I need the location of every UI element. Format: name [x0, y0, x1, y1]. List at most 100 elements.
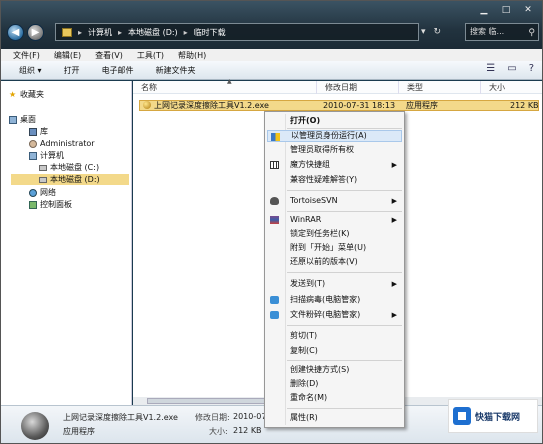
submenu-arrow-icon: ▶: [391, 280, 397, 288]
nav-control-panel[interactable]: 控制面板: [29, 199, 72, 210]
view-options-icon[interactable]: ☰: [486, 63, 495, 74]
menu-item-open[interactable]: 打开(O): [267, 115, 402, 127]
help-icon[interactable]: ?: [529, 63, 534, 74]
file-row[interactable]: 上网记录深度擦除工具V1.2.exe 2010-07-31 18:13 应用程序…: [139, 100, 539, 111]
refresh-icon[interactable]: ↻: [434, 27, 442, 37]
menu-item-restore-versions[interactable]: 还原以前的版本(V): [267, 256, 402, 268]
file-type: 应用程序: [406, 101, 438, 110]
menu-help[interactable]: 帮助(H): [178, 50, 206, 61]
nav-desktop[interactable]: 桌面: [9, 114, 36, 125]
preview-pane-icon[interactable]: ▭: [507, 63, 516, 74]
menu-separator: [287, 360, 402, 361]
menu-item-copy[interactable]: 复制(C): [267, 345, 402, 357]
menu-item-label: 锁定到任务栏(K): [290, 229, 350, 238]
folder-icon: [62, 27, 72, 37]
menu-file[interactable]: 文件(F): [13, 50, 40, 61]
menu-item-label: 还原以前的版本(V): [290, 257, 358, 266]
command-bar: 组织 ▾ 打开 电子邮件 新建文件夹 ☰ ▭ ?: [1, 61, 542, 80]
menu-item-label: 管理员取得所有权: [290, 145, 354, 154]
column-size[interactable]: 大小: [481, 81, 542, 94]
grid-icon: [270, 161, 279, 169]
menu-item-cut[interactable]: 剪切(T): [267, 330, 402, 342]
menu-item-rubik-quick[interactable]: 魔方快捷组 ▶: [267, 159, 402, 171]
menu-item-label: 魔方快捷组: [290, 160, 330, 169]
menu-edit[interactable]: 编辑(E): [54, 50, 81, 61]
nav-drive-c[interactable]: 本地磁盘 (C:): [39, 162, 99, 173]
menu-item-label: 剪切(T): [290, 331, 318, 340]
address-bar[interactable]: ▸ 计算机 ▸ 本地磁盘 (D:) ▸ 临时下载: [55, 23, 419, 41]
forward-button[interactable]: ▶: [27, 24, 44, 41]
menu-separator: [287, 272, 402, 273]
menu-item-file-shred[interactable]: 文件粉碎(电脑管家) ▶: [267, 309, 402, 321]
guard-icon: [270, 311, 279, 319]
details-filename: 上网记录深度擦除工具V1.2.exe: [63, 413, 178, 422]
open-button[interactable]: 打开: [64, 65, 80, 76]
logo-mark-icon: [453, 407, 471, 425]
organize-button[interactable]: 组织 ▾: [19, 65, 42, 76]
nav-network[interactable]: 网络: [29, 187, 56, 198]
winrar-icon: [270, 216, 279, 224]
user-icon: [29, 139, 37, 148]
breadcrumb-drive-d[interactable]: 本地磁盘 (D:): [128, 27, 178, 38]
nav-favorites[interactable]: ★ 收藏夹: [9, 89, 44, 100]
menu-view[interactable]: 查看(V): [95, 50, 123, 61]
menu-item-pin-start[interactable]: 附到「开始」菜单(U): [267, 242, 402, 254]
open-label: 打开: [63, 65, 80, 75]
breadcrumb-computer[interactable]: 计算机: [88, 27, 112, 38]
scrollbar-thumb[interactable]: [147, 398, 267, 404]
new-folder-button[interactable]: 新建文件夹: [156, 65, 196, 76]
details-size-label: 大小:: [209, 427, 228, 436]
nav-label: 计算机: [40, 151, 64, 160]
menu-item-winrar[interactable]: WinRAR ▶: [267, 214, 402, 226]
star-icon: ★: [9, 89, 17, 99]
menu-item-pin-taskbar[interactable]: 锁定到任务栏(K): [267, 228, 402, 240]
details-size-value: 212 KB: [233, 426, 262, 435]
watermark-logo: 快猫下载网: [448, 399, 538, 433]
drive-icon: [39, 176, 47, 183]
menu-item-virus-scan[interactable]: 扫描病毒(电脑管家): [267, 294, 402, 306]
nav-computer[interactable]: 计算机: [29, 150, 64, 161]
menu-item-compat-troubleshoot[interactable]: 兼容性疑难解答(Y): [267, 174, 402, 186]
nav-library[interactable]: 库: [29, 126, 48, 137]
column-name[interactable]: 名称: [133, 81, 317, 94]
menu-item-rename[interactable]: 重命名(M): [267, 392, 402, 404]
nav-administrator[interactable]: Administrator: [29, 138, 95, 149]
menu-item-take-ownership[interactable]: 管理员取得所有权: [267, 144, 402, 156]
menu-item-label: 发送到(T): [290, 279, 326, 288]
guard-icon: [270, 296, 279, 304]
menu-separator: [287, 211, 402, 212]
search-icon: ⚲: [528, 28, 535, 38]
computer-icon: [29, 151, 37, 160]
close-icon[interactable]: ✕: [521, 5, 535, 15]
nav-label: 库: [40, 127, 48, 136]
menu-item-label: 重命名(M): [290, 393, 328, 402]
breadcrumb-temp-downloads[interactable]: 临时下载: [194, 27, 226, 38]
maximize-icon[interactable]: □: [499, 5, 513, 15]
email-button[interactable]: 电子邮件: [102, 65, 134, 76]
search-input[interactable]: 搜索 临... ⚲: [465, 23, 539, 41]
menu-item-tortoisesvn[interactable]: TortoiseSVN ▶: [267, 195, 402, 207]
context-menu: 打开(O) 以管理员身份运行(A) 管理员取得所有权 魔方快捷组 ▶ 兼容性疑难…: [264, 111, 405, 428]
minimize-icon[interactable]: ▁: [477, 5, 491, 15]
column-date[interactable]: 修改日期: [317, 81, 399, 94]
search-placeholder: 搜索 临...: [470, 27, 505, 36]
menu-item-label: 删除(D): [290, 379, 319, 388]
menu-item-send-to[interactable]: 发送到(T) ▶: [267, 278, 402, 290]
address-dropdown-icon[interactable]: ▾: [421, 27, 426, 37]
nav-label: 控制面板: [40, 200, 72, 209]
menu-item-delete[interactable]: 删除(D): [267, 378, 402, 390]
explorer-window: ▁ □ ✕ ◀ ▶ ▸ 计算机 ▸ 本地磁盘 (D:) ▸ 临时下载 ▾ ↻ 搜…: [0, 0, 543, 444]
menu-item-run-as-admin[interactable]: 以管理员身份运行(A): [267, 130, 402, 142]
menu-item-create-shortcut[interactable]: 创建快捷方式(S): [267, 364, 402, 376]
menu-item-properties[interactable]: 属性(R): [267, 412, 402, 424]
submenu-arrow-icon: ▶: [391, 161, 397, 169]
menu-tools[interactable]: 工具(T): [137, 50, 164, 61]
back-button[interactable]: ◀: [7, 24, 24, 41]
column-type[interactable]: 类型: [399, 81, 481, 94]
nav-drive-d[interactable]: 本地磁盘 (D:): [11, 174, 129, 185]
menu-item-label: 文件粉碎(电脑管家): [290, 310, 361, 319]
nav-label: 本地磁盘 (D:): [50, 175, 100, 184]
library-icon: [29, 127, 37, 136]
menu-item-label: WinRAR: [290, 215, 322, 224]
submenu-arrow-icon: ▶: [391, 311, 397, 319]
